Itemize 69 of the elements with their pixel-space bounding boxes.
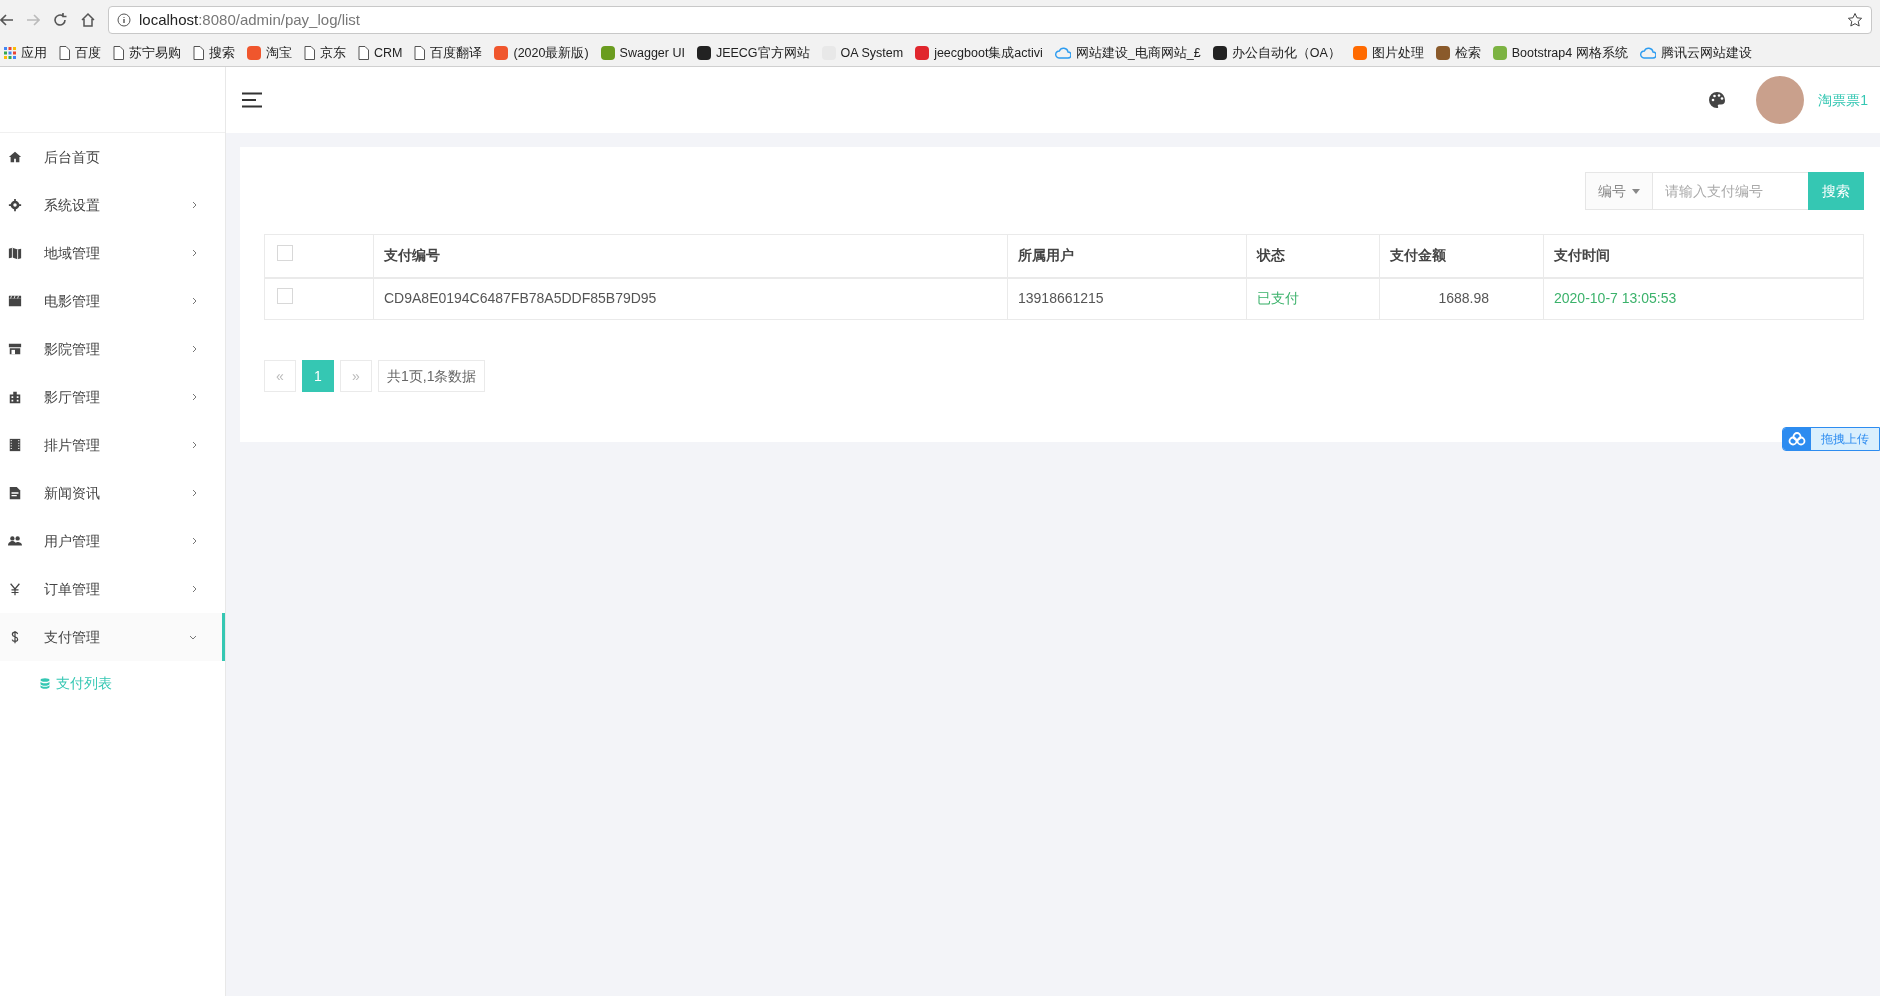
bookmark[interactable]: 搜索	[193, 43, 235, 63]
home-icon	[8, 150, 22, 164]
column-header: 状态	[1257, 247, 1285, 264]
page-icon	[358, 46, 369, 60]
column-header: 支付编号	[384, 247, 440, 264]
bookmark[interactable]: 应用	[4, 43, 47, 63]
building-icon	[8, 390, 22, 404]
sidebar-item[interactable]: 支付管理	[0, 613, 225, 661]
cloud-link-icon	[1788, 432, 1806, 446]
page-summary: 共1页,1条数据	[378, 360, 486, 392]
page-icon	[304, 46, 315, 60]
url-path: :8080/admin/pay_log/list	[198, 10, 360, 28]
column-header: 支付时间	[1554, 247, 1610, 264]
bookmark[interactable]: jeecgboot集成activi	[915, 43, 1043, 63]
map-icon	[8, 246, 22, 260]
home-icon	[80, 12, 96, 28]
bookmark[interactable]: 腾讯云网站建设	[1639, 43, 1752, 63]
bookmark[interactable]: 淘宝	[247, 43, 292, 63]
column-header: 所属用户	[1018, 247, 1074, 264]
document-icon	[8, 486, 22, 500]
column-header: 支付金额	[1390, 247, 1446, 264]
menu-icon[interactable]	[242, 92, 262, 108]
bookmark[interactable]: Swagger UI	[600, 43, 685, 63]
storefront-icon	[8, 342, 22, 356]
forward-icon	[26, 13, 40, 27]
bookmark[interactable]: (2020最新版)	[494, 43, 589, 63]
active-indicator	[222, 613, 225, 661]
checkbox[interactable]	[277, 287, 293, 304]
url-host: localhost	[139, 10, 199, 28]
bookmark[interactable]: 办公自动化（OA）	[1212, 43, 1341, 63]
film-strip-icon	[8, 438, 22, 452]
bookmark[interactable]: 检索	[1435, 43, 1481, 63]
avatar[interactable]	[1756, 76, 1805, 124]
field-select[interactable]: 编号	[1585, 172, 1653, 210]
address-bar[interactable]: localhost:8080/admin/pay_log/list	[108, 6, 1872, 34]
reload-icon	[52, 12, 68, 28]
caret-down-icon	[1632, 188, 1640, 194]
back-icon	[0, 13, 14, 27]
bookmark[interactable]: 京东	[304, 43, 346, 63]
table-cell: 13918661215	[1018, 290, 1104, 307]
clapperboard-icon	[8, 294, 22, 308]
bookmark[interactable]: 苏宁易购	[113, 43, 181, 63]
bookmark[interactable]: 百度翻译	[414, 43, 483, 63]
page-icon	[414, 46, 426, 60]
star-icon	[1847, 12, 1863, 28]
bookmark[interactable]: Bootstrap4 网格系统	[1492, 43, 1628, 63]
page-icon	[113, 46, 124, 60]
page-icon	[59, 46, 70, 60]
checkbox[interactable]	[277, 244, 293, 261]
apps-grid-icon	[4, 47, 16, 59]
database-icon	[40, 677, 50, 689]
bookmark[interactable]: 图片处理	[1352, 43, 1424, 63]
search-field[interactable]: 请输入支付编号	[1653, 172, 1808, 210]
bookmark[interactable]: 网站建设_电商网站_£	[1054, 43, 1201, 63]
table-cell: 2020-10-7 13:05:53	[1554, 290, 1677, 307]
page-icon	[193, 46, 204, 60]
table-cell: 已支付	[1257, 290, 1299, 307]
table-cell: 1688.98	[1438, 290, 1489, 307]
bookmark[interactable]: 百度	[59, 43, 101, 63]
bookmark[interactable]: OA System	[821, 43, 904, 63]
people-icon	[8, 534, 22, 548]
table-cell: CD9A8E0194C6487FB78A5DDF85B79D95	[384, 290, 657, 307]
palette-icon[interactable]	[1708, 91, 1727, 109]
info-icon	[117, 13, 131, 27]
cloud-icon	[1639, 47, 1656, 59]
yen-icon	[8, 582, 22, 596]
bookmark[interactable]: JEECG官方网站	[696, 43, 810, 63]
bookmark[interactable]: CRM	[358, 43, 403, 63]
cloud-icon	[1054, 47, 1071, 59]
